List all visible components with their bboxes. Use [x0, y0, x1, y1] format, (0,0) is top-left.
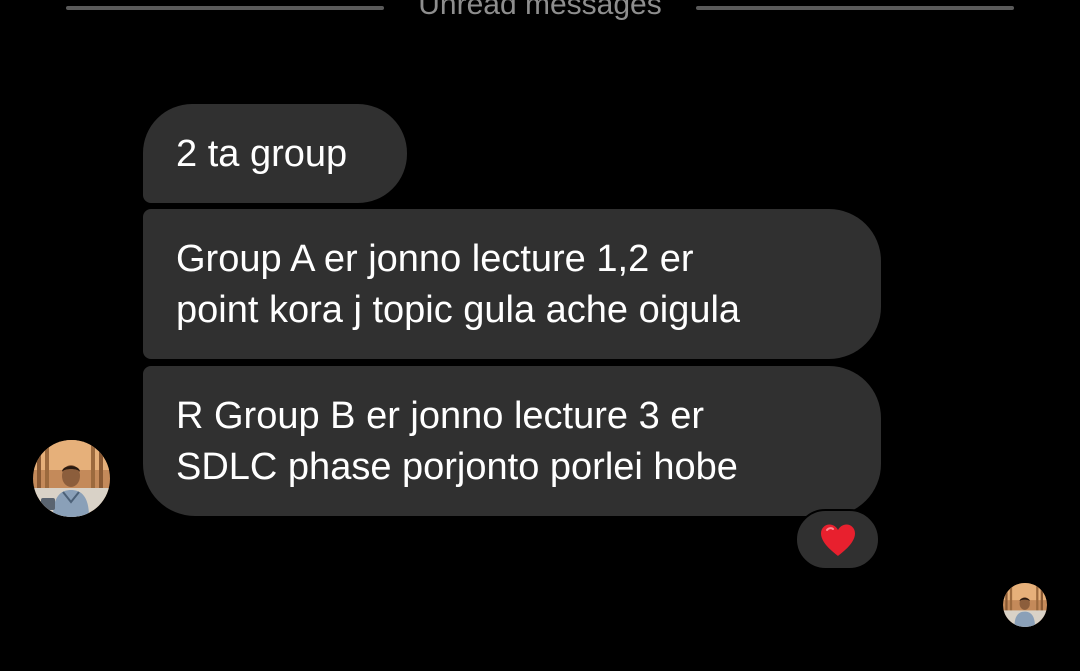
sender-avatar[interactable]	[33, 440, 110, 517]
unread-messages-divider: Unread messages	[0, 0, 1080, 24]
message-text: 2 ta group	[176, 133, 348, 175]
message-bubble[interactable]: 2 ta group	[143, 104, 407, 203]
message-bubble[interactable]: R Group B er jonno lecture 3 er SDLC pha…	[143, 366, 881, 516]
person-photo-icon	[1003, 583, 1047, 627]
unread-messages-label: Unread messages	[418, 0, 662, 21]
message-text: R Group B er jonno lecture 3 er	[176, 395, 705, 437]
person-photo-icon	[33, 440, 110, 517]
reaction-badge[interactable]	[795, 509, 880, 570]
message-text: SDLC phase porjonto porlei hobe	[176, 446, 738, 488]
message-text: Group A er jonno lecture 1,2 er	[176, 238, 694, 280]
read-receipt-avatar	[1003, 583, 1047, 627]
divider-line-right	[696, 6, 1014, 10]
message-text: point kora j topic gula ache oigula	[176, 289, 741, 331]
message-bubble[interactable]: Group A er jonno lecture 1,2 er point ko…	[143, 209, 881, 359]
heart-icon	[820, 524, 855, 556]
divider-line-left	[66, 6, 384, 10]
